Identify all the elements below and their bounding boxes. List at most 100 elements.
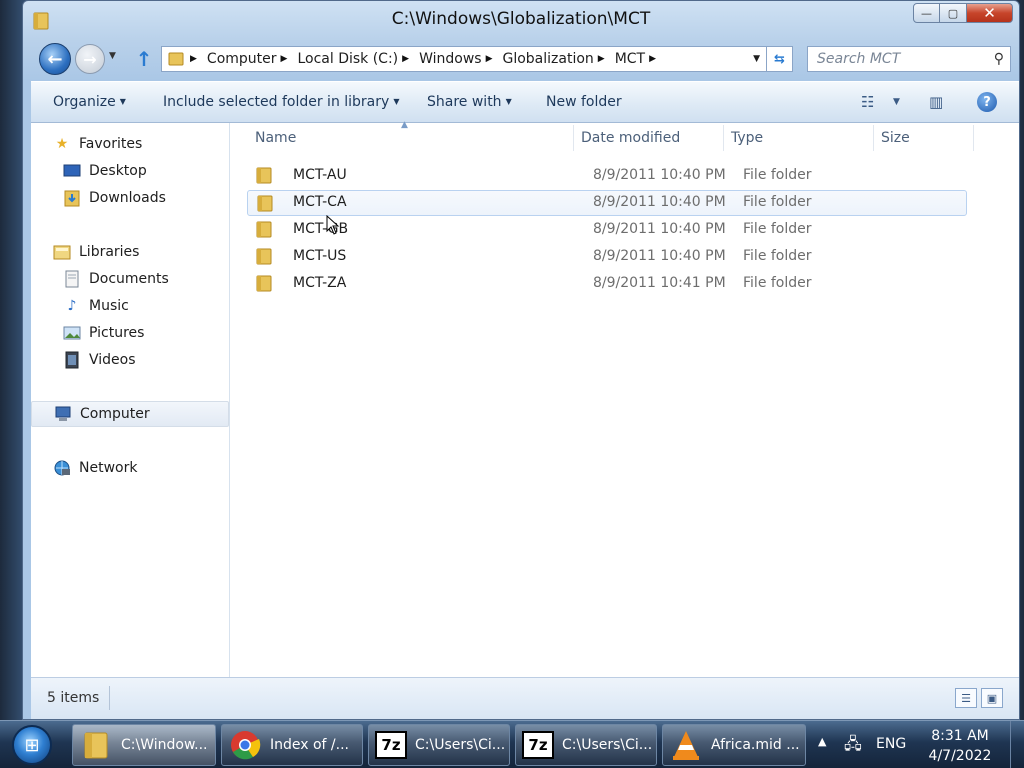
file-type: File folder [743,194,812,210]
clock-time: 8:31 AM [931,728,989,744]
folder-icon [79,728,113,762]
include-in-library-button[interactable]: Include selected folder in library ▼ [163,94,399,110]
back-button[interactable]: ← [39,43,71,75]
large-icons-view-button[interactable]: ▣ [981,688,1003,708]
network-icon [53,459,71,477]
taskbar-item-vlc[interactable]: Africa.mid ... [662,724,806,766]
caret-down-icon: ▼ [393,97,400,106]
clock[interactable]: 8:31 AM 4/7/2022 [928,726,992,766]
file-row-mct-ca[interactable]: MCT-CA 8/9/2011 10:40 PM File folder [247,190,967,216]
column-size-header[interactable]: Size [881,130,910,146]
chevron-down-icon: ▼ [753,54,760,64]
nav-videos[interactable]: Videos [31,347,229,373]
column-date-header[interactable]: Date modified [581,130,680,146]
refresh-button[interactable]: ⇆ [767,46,793,72]
chevron-right-icon[interactable]: ▶ [486,54,493,64]
up-button[interactable]: ↑ [133,47,155,71]
nav-pictures[interactable]: Pictures [31,320,229,346]
nav-libraries[interactable]: Libraries [31,239,229,265]
address-history-dropdown[interactable]: ▼ [753,54,760,64]
breadcrumb-label[interactable]: Local Disk (C:) [297,51,398,67]
show-hidden-icons-button[interactable]: ▲ [818,735,826,748]
search-box[interactable]: ⚲ [807,46,1011,72]
column-name-header[interactable]: Name [255,130,296,146]
file-date: 8/9/2011 10:40 PM [593,221,726,237]
column-divider[interactable] [723,125,724,151]
breadcrumb-label[interactable]: MCT [615,51,645,67]
breadcrumb-label[interactable]: Globalization [502,51,593,67]
address-bar[interactable]: ▶ Computer ▶ Local Disk (C:) ▶ Windows ▶… [161,46,767,72]
preview-pane-icon: ▥ [929,93,944,111]
language-indicator[interactable]: ENG [876,736,906,752]
column-divider[interactable] [873,125,874,151]
7zip-icon: 7z [522,731,554,759]
caret-down-icon: ▼ [505,97,512,106]
chevron-right-icon[interactable]: ▶ [598,54,605,64]
file-list: ▲ Name Date modified Type Size MCT-AU 8/… [231,120,1019,677]
chevron-down-icon: ▼ [893,97,900,107]
breadcrumb-local-disk[interactable]: Local Disk (C:) ▶ [297,51,419,67]
view-options-dropdown[interactable]: ▼ [893,97,900,107]
share-with-label: Share with [427,94,502,110]
taskbar-item-chrome[interactable]: Index of /... [221,724,363,766]
command-bar: Organize ▼ Include selected folder in lib… [31,81,1019,123]
nav-favorites[interactable]: ★ Favorites [31,131,229,157]
chevron-right-icon[interactable]: ▶ [190,54,197,64]
breadcrumb-label[interactable]: Computer [207,51,277,67]
nav-network[interactable]: Network [31,455,229,481]
nav-documents[interactable]: Documents [31,266,229,292]
taskbar-item-explorer[interactable]: C:\Window... [72,724,216,766]
new-folder-button[interactable]: New folder [546,94,622,110]
breadcrumb-mct[interactable]: MCT ▶ [615,51,666,67]
taskbar-item-label: Index of /... [270,737,350,753]
close-button[interactable]: ✕ [967,3,1013,23]
file-row-mct-gb[interactable]: MCT-GB 8/9/2011 10:40 PM File folder [247,217,967,243]
chevron-right-icon[interactable]: ▶ [402,54,409,64]
preview-pane-button[interactable]: ▥ [929,93,943,111]
start-button[interactable]: ⊞ [12,725,52,765]
search-icon[interactable]: ⚲ [994,51,1004,67]
nav-music[interactable]: ♪ Music [31,293,229,319]
sort-ascending-icon: ▲ [401,120,408,130]
column-divider[interactable] [973,125,974,151]
details-view-button[interactable]: ☰ [955,688,977,708]
folder-icon [256,167,272,184]
change-view-button[interactable]: ☷ [861,93,874,111]
file-type: File folder [743,248,812,264]
column-type-header[interactable]: Type [731,130,763,146]
minimize-button[interactable]: — [913,3,940,23]
breadcrumb-windows[interactable]: Windows ▶ [419,51,502,67]
taskbar-item-7zip-1[interactable]: 7z C:\Users\Ci... [368,724,510,766]
file-name: MCT-CA [293,194,347,210]
file-row-mct-za[interactable]: MCT-ZA 8/9/2011 10:41 PM File folder [247,271,967,297]
column-divider[interactable] [573,125,574,151]
7zip-icon: 7z [375,731,407,759]
organize-button[interactable]: Organize ▼ [53,94,126,110]
maximize-button[interactable]: ▢ [940,3,967,23]
forward-button[interactable]: → [75,44,105,74]
nav-computer[interactable]: Computer [31,401,229,427]
nav-downloads[interactable]: Downloads [31,185,229,211]
nav-label: Libraries [79,244,140,260]
search-input[interactable] [817,51,982,67]
file-row-mct-au[interactable]: MCT-AU 8/9/2011 10:40 PM File folder [247,163,967,189]
file-row-mct-us[interactable]: MCT-US 8/9/2011 10:40 PM File folder [247,244,967,270]
title-bar[interactable]: C:\Windows\Globalization\MCT — ▢ ✕ [23,1,1019,39]
share-with-button[interactable]: Share with ▼ [427,94,512,110]
file-name: MCT-AU [293,167,347,183]
show-desktop-button[interactable] [1010,721,1024,768]
folder-icon [168,52,184,66]
breadcrumb-computer[interactable]: Computer ▶ [207,51,298,67]
network-status-icon[interactable]: 🖧 [844,733,862,760]
nav-desktop[interactable]: Desktop [31,158,229,184]
breadcrumb-root[interactable]: ▶ [190,54,207,64]
chevron-right-icon[interactable]: ▶ [649,54,656,64]
breadcrumb-label[interactable]: Windows [419,51,482,67]
taskbar-item-label: Africa.mid ... [711,737,800,753]
help-button[interactable]: ? [977,92,997,112]
chevron-right-icon[interactable]: ▶ [281,54,288,64]
taskbar-item-7zip-2[interactable]: 7z C:\Users\Ci... [515,724,657,766]
recent-pages-button[interactable]: ▼ [109,51,116,61]
breadcrumb-globalization[interactable]: Globalization ▶ [502,51,614,67]
file-date: 8/9/2011 10:41 PM [593,275,726,291]
